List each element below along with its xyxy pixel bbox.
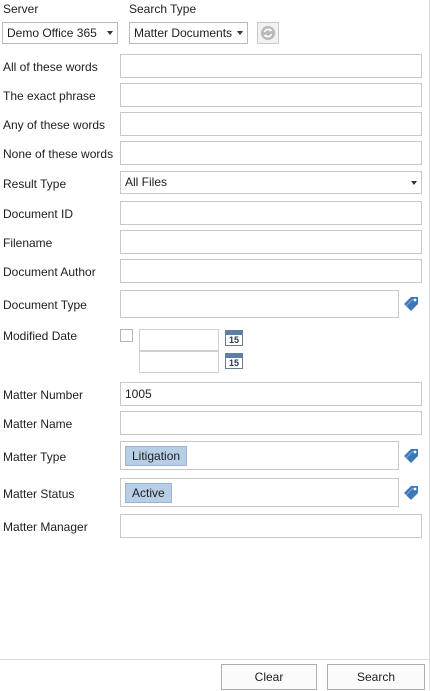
tag-icon[interactable] bbox=[403, 296, 419, 312]
matter-name-input[interactable] bbox=[120, 411, 422, 435]
document-author-input[interactable] bbox=[120, 259, 422, 283]
modified-date-label: Modified Date bbox=[3, 329, 78, 343]
chevron-down-icon bbox=[107, 31, 113, 35]
matter-number-label: Matter Number bbox=[3, 388, 84, 402]
document-type-picker[interactable] bbox=[120, 290, 399, 318]
chevron-down-icon bbox=[411, 181, 417, 185]
chevron-down-icon bbox=[237, 31, 243, 35]
result-type-label: Result Type bbox=[3, 177, 67, 191]
server-select[interactable]: Demo Office 365 bbox=[2, 22, 118, 44]
modified-date-to-input[interactable] bbox=[139, 351, 219, 373]
any-words-label: Any of these words bbox=[3, 118, 106, 132]
all-words-label: All of these words bbox=[3, 60, 98, 74]
matter-type-chip[interactable]: Litigation bbox=[125, 446, 188, 466]
matter-status-label: Matter Status bbox=[3, 487, 75, 501]
document-type-label: Document Type bbox=[3, 298, 87, 312]
server-label: Server bbox=[3, 2, 39, 16]
document-author-label: Document Author bbox=[3, 265, 96, 279]
matter-manager-label: Matter Manager bbox=[3, 520, 88, 534]
search-button[interactable]: Search bbox=[327, 664, 425, 690]
matter-status-chip[interactable]: Active bbox=[125, 483, 172, 503]
matter-type-picker[interactable]: Litigation bbox=[120, 441, 399, 470]
matter-name-label: Matter Name bbox=[3, 417, 73, 431]
tag-icon[interactable] bbox=[403, 485, 419, 501]
matter-manager-input[interactable] bbox=[120, 514, 422, 538]
matter-number-input[interactable]: 1005 bbox=[120, 382, 422, 406]
result-type-value: All Files bbox=[125, 175, 168, 189]
result-type-select[interactable]: All Files bbox=[120, 171, 422, 194]
search-type-select[interactable]: Matter Documents bbox=[129, 22, 248, 44]
filename-label: Filename bbox=[3, 236, 53, 250]
filename-input[interactable] bbox=[120, 230, 422, 254]
clear-button[interactable]: Clear bbox=[221, 664, 317, 690]
document-id-label: Document ID bbox=[3, 207, 74, 221]
all-words-input[interactable] bbox=[120, 54, 422, 78]
tag-icon[interactable] bbox=[403, 448, 419, 464]
search-type-label: Search Type bbox=[129, 2, 197, 16]
exact-phrase-label: The exact phrase bbox=[3, 89, 96, 103]
calendar-icon[interactable]: 15 bbox=[225, 353, 243, 369]
refresh-icon bbox=[261, 26, 275, 40]
document-id-input[interactable] bbox=[120, 201, 422, 225]
refresh-button[interactable] bbox=[257, 22, 279, 44]
modified-date-checkbox[interactable] bbox=[120, 329, 133, 342]
exact-phrase-input[interactable] bbox=[120, 83, 422, 107]
matter-status-picker[interactable]: Active bbox=[120, 478, 399, 507]
matter-type-label: Matter Type bbox=[3, 450, 67, 464]
modified-date-from-input[interactable] bbox=[139, 329, 219, 351]
search-type-select-value: Matter Documents bbox=[134, 26, 233, 40]
any-words-input[interactable] bbox=[120, 112, 422, 136]
none-words-label: None of these words bbox=[3, 147, 114, 161]
calendar-icon[interactable]: 15 bbox=[225, 330, 243, 346]
server-select-value: Demo Office 365 bbox=[7, 26, 97, 40]
none-words-input[interactable] bbox=[120, 141, 422, 165]
